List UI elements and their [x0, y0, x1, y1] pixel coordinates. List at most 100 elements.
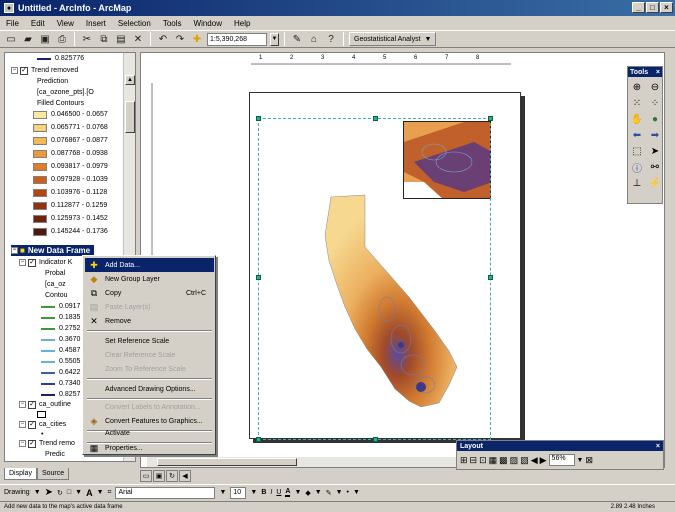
- chevron-down-icon[interactable]: ▼: [250, 489, 257, 496]
- layout-zoom-input[interactable]: 56%: [548, 454, 575, 466]
- font-name-select[interactable]: Arial: [115, 486, 216, 499]
- chevron-down-icon[interactable]: ▼: [353, 489, 360, 496]
- fixed-zoom-out-icon[interactable]: ▨: [510, 455, 519, 466]
- zoom-100-icon[interactable]: ▧: [520, 455, 529, 466]
- fixed-zoom-in-icon[interactable]: ⁙: [629, 96, 645, 110]
- delete-icon[interactable]: ✕: [131, 32, 145, 46]
- resize-handle[interactable]: [373, 116, 378, 121]
- refresh-icon[interactable]: ↻: [166, 470, 178, 482]
- resize-handle[interactable]: [488, 116, 493, 121]
- scale-dropdown-icon[interactable]: ▼: [270, 32, 279, 46]
- select-features-icon[interactable]: ⬚: [629, 144, 645, 158]
- resize-handle[interactable]: [256, 116, 261, 121]
- scroll-thumb[interactable]: [125, 101, 135, 133]
- save-icon[interactable]: ▣: [38, 32, 52, 46]
- layer-checkbox[interactable]: ✓: [28, 420, 36, 429]
- menu-edit[interactable]: Edit: [29, 19, 47, 28]
- underline-button[interactable]: U: [276, 489, 281, 496]
- chevron-down-icon[interactable]: ▼: [577, 457, 584, 464]
- cut-icon[interactable]: ✂: [80, 32, 94, 46]
- add-data-icon[interactable]: ✚: [190, 32, 204, 46]
- pan-hand-icon[interactable]: ✋: [629, 112, 645, 126]
- back-extent-icon[interactable]: ⬅: [629, 128, 645, 142]
- fill-color-icon[interactable]: ◆: [305, 489, 310, 497]
- full-extent-globe-icon[interactable]: ●: [647, 112, 663, 126]
- chevron-down-icon[interactable]: ▼: [34, 489, 41, 496]
- editor-toolbar-icon[interactable]: ✎: [290, 32, 304, 46]
- zoom-whole-page-icon[interactable]: ▦: [489, 455, 498, 466]
- arctoolbox-icon[interactable]: ⌂: [307, 32, 321, 46]
- menu-zoom-reference-scale[interactable]: Zoom To Reference Scale: [85, 362, 214, 376]
- scroll-thumb[interactable]: [157, 458, 297, 466]
- back-extent-icon[interactable]: ◀: [531, 455, 538, 466]
- menu-window[interactable]: Window: [192, 19, 224, 28]
- layout-zoom-out-icon[interactable]: ⊟: [470, 455, 478, 466]
- zoom-out-icon[interactable]: ⊖: [647, 80, 663, 94]
- italic-button[interactable]: I: [270, 489, 272, 496]
- maximize-button[interactable]: □: [646, 2, 659, 13]
- font-size-select[interactable]: 10: [230, 486, 247, 499]
- print-icon[interactable]: ⎙: [55, 32, 69, 46]
- forward-extent-icon[interactable]: ➡: [647, 128, 663, 142]
- layer-checkbox[interactable]: ✓: [28, 258, 36, 267]
- hyperlink-icon[interactable]: ⚡: [647, 176, 663, 190]
- chevron-down-icon[interactable]: ▼: [75, 489, 82, 496]
- select-elements-arrow-icon[interactable]: ➤: [45, 487, 53, 498]
- chevron-down-icon[interactable]: ▼: [219, 489, 226, 496]
- geostatistical-analyst-menu[interactable]: Geostatistical Analyst ▼: [349, 32, 437, 46]
- chevron-down-icon[interactable]: ▼: [315, 489, 322, 496]
- font-color-icon[interactable]: A: [285, 488, 291, 497]
- edit-vertices-icon[interactable]: ⌗: [108, 489, 112, 497]
- close-icon[interactable]: ×: [656, 443, 660, 450]
- resize-handle[interactable]: [488, 275, 493, 280]
- menu-convert-labels[interactable]: Convert Labels to Annotation...: [85, 400, 214, 414]
- menu-clear-reference-scale[interactable]: Clear Reference Scale: [85, 348, 214, 362]
- menu-new-group-layer[interactable]: ◆ New Group Layer: [85, 272, 214, 286]
- find-binoculars-icon[interactable]: ⚯: [647, 160, 663, 174]
- menu-help[interactable]: Help: [232, 19, 252, 28]
- resize-handle[interactable]: [373, 437, 378, 442]
- close-icon[interactable]: ×: [656, 69, 660, 76]
- collapse-icon[interactable]: −: [19, 259, 26, 266]
- collapse-icon[interactable]: −: [11, 67, 18, 74]
- toc-indicator[interactable]: − ✓ Indicator K: [19, 257, 72, 268]
- layout-view[interactable]: 1 2 3 4 5 6 7 8: [140, 52, 665, 468]
- toggle-draft-mode-icon[interactable]: ⊠: [585, 455, 593, 466]
- chevron-down-icon[interactable]: ▼: [294, 489, 301, 496]
- copy-icon[interactable]: ⧉: [97, 32, 111, 46]
- rectangle-tool-icon[interactable]: □: [67, 489, 71, 496]
- menu-tools[interactable]: Tools: [161, 19, 184, 28]
- measure-icon[interactable]: ⊥: [629, 176, 645, 190]
- whats-this-icon[interactable]: ?: [324, 32, 338, 46]
- menu-insert[interactable]: Insert: [84, 19, 108, 28]
- line-color-icon[interactable]: ✎: [326, 489, 332, 497]
- layer-checkbox[interactable]: ✓: [20, 66, 28, 75]
- redo-icon[interactable]: ↷: [173, 32, 187, 46]
- collapse-icon[interactable]: −: [19, 401, 26, 408]
- rotate-icon[interactable]: ↻: [57, 489, 63, 497]
- map-scale-input[interactable]: 1:5,390,268: [207, 32, 267, 46]
- scroll-up-icon[interactable]: ▲: [125, 75, 135, 85]
- fixed-zoom-out-icon[interactable]: ⁘: [647, 96, 663, 110]
- collapse-icon[interactable]: −: [19, 440, 26, 447]
- menu-set-reference-scale[interactable]: Set Reference Scale: [85, 334, 214, 348]
- menu-remove[interactable]: ✕ Remove: [85, 314, 214, 328]
- forward-extent-icon[interactable]: ▶: [540, 455, 547, 466]
- zoom-in-icon[interactable]: ⊕: [629, 80, 645, 94]
- fixed-zoom-in-icon[interactable]: ▩: [499, 455, 508, 466]
- tab-display[interactable]: Display: [4, 468, 37, 480]
- menu-copy[interactable]: ⧉ Copy Ctrl+C: [85, 286, 214, 300]
- new-text-icon[interactable]: A: [86, 488, 93, 498]
- menu-advanced-drawing[interactable]: Advanced Drawing Options...: [85, 382, 214, 396]
- layer-checkbox[interactable]: ✓: [28, 439, 36, 448]
- select-elements-arrow-icon[interactable]: ➤: [647, 144, 663, 158]
- close-button[interactable]: ×: [660, 2, 673, 13]
- chevron-down-icon[interactable]: ▼: [97, 489, 104, 496]
- menu-activate[interactable]: Activate: [85, 426, 214, 440]
- chevron-down-icon[interactable]: ▼: [336, 489, 343, 496]
- menu-properties[interactable]: ▦ Properties...: [85, 441, 214, 455]
- resize-handle[interactable]: [256, 437, 261, 442]
- layout-zoom-in-icon[interactable]: ⊞: [460, 455, 468, 466]
- minimize-button[interactable]: _: [632, 2, 645, 13]
- new-document-icon[interactable]: ▭: [4, 32, 18, 46]
